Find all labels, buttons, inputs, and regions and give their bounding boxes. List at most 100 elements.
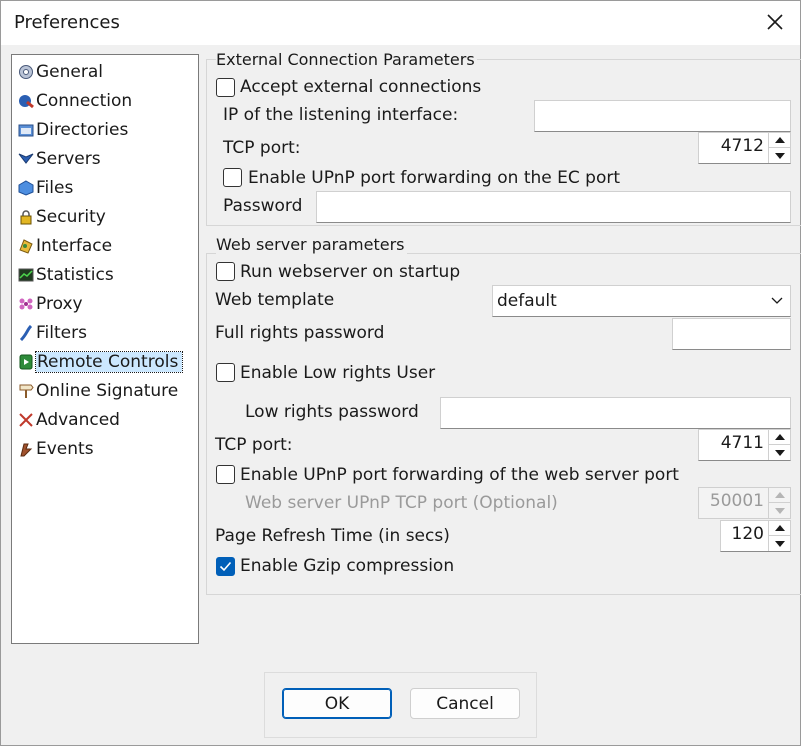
sidebar-item-label: Events <box>36 439 94 459</box>
filters-icon <box>17 324 35 342</box>
page-refresh-spinner[interactable]: 120 <box>720 520 791 552</box>
sidebar-item-interface[interactable]: Interface <box>14 232 112 260</box>
sidebar-item-filters[interactable]: Filters <box>14 319 87 347</box>
spin-down-button <box>769 503 790 518</box>
ec-group-bottom-border <box>206 225 801 226</box>
ip-interface-label: IP of the listening interface: <box>223 105 459 125</box>
interface-icon <box>17 237 35 255</box>
sidebar-item-label: Directories <box>36 120 129 140</box>
ec-group-title: External Connection Parameters <box>216 50 477 69</box>
sidebar-item-label: Proxy <box>36 294 83 314</box>
sidebar-item-servers[interactable]: Servers <box>14 145 101 173</box>
preferences-dialog: Preferences General Connection Directori… <box>0 0 801 746</box>
arrow-down-icon <box>774 152 785 159</box>
sidebar-item-proxy[interactable]: Proxy <box>14 290 83 318</box>
spin-down-button[interactable] <box>769 148 790 163</box>
low-rights-password-label: Low rights password <box>245 402 419 422</box>
arrow-up-icon <box>774 492 785 498</box>
web-tcp-port-value: 4711 <box>720 433 764 453</box>
spin-up-button[interactable] <box>769 133 790 148</box>
directories-icon <box>17 121 35 139</box>
web-upnp-tcp-port-value: 50001 <box>709 491 764 511</box>
window-title: Preferences <box>14 12 120 33</box>
run-webserver-checkbox[interactable] <box>216 262 235 281</box>
accept-connections-checkbox[interactable] <box>216 78 235 97</box>
full-rights-password-input[interactable] <box>672 318 791 350</box>
sidebar-item-label: Statistics <box>36 265 114 285</box>
ec-password-input[interactable] <box>316 191 791 223</box>
files-icon <box>17 179 35 197</box>
spin-up-button[interactable] <box>769 430 790 445</box>
run-webserver-label: Run webserver on startup <box>240 262 461 282</box>
gzip-label: Enable Gzip compression <box>240 556 455 576</box>
sidebar-item-statistics[interactable]: Statistics <box>14 261 114 289</box>
ok-button[interactable]: OK <box>282 688 392 719</box>
close-icon <box>767 14 783 30</box>
web-template-value: default <box>497 291 557 311</box>
web-upnp-checkbox[interactable] <box>216 465 235 484</box>
low-rights-password-input[interactable] <box>440 397 791 429</box>
sidebar-item-label: Interface <box>36 236 113 256</box>
arrow-up-icon <box>774 137 785 143</box>
ec-tcp-port-label: TCP port: <box>223 138 301 158</box>
web-upnp-label: Enable UPnP port forwarding of the web s… <box>240 465 679 485</box>
ec-tcp-port-spinner[interactable]: 4712 <box>698 132 791 164</box>
spin-up-button <box>769 488 790 503</box>
sidebar-item-security[interactable]: Security <box>14 203 106 231</box>
sidebar-item-remote-controls[interactable]: Remote Controls <box>14 348 184 376</box>
remote-controls-icon <box>17 353 35 371</box>
sidebar-item-advanced[interactable]: Advanced <box>14 406 120 434</box>
sidebar-item-label: Security <box>36 207 106 227</box>
arrow-down-icon <box>774 449 785 456</box>
lock-icon <box>17 208 35 226</box>
full-rights-password-label: Full rights password <box>215 323 385 343</box>
events-icon <box>17 440 35 458</box>
close-button[interactable] <box>753 8 797 38</box>
web-template-label: Web template <box>215 290 335 310</box>
web-group-bottom-border <box>206 594 801 595</box>
ec-group-left-border <box>206 59 207 225</box>
ec-upnp-checkbox[interactable] <box>223 168 242 187</box>
category-list[interactable]: General Connection Directories Servers F… <box>11 54 199 644</box>
cancel-button[interactable]: Cancel <box>410 688 520 719</box>
sidebar-item-online-signature[interactable]: Online Signature <box>14 377 178 405</box>
sidebar-item-label: General <box>36 62 103 82</box>
sidebar-item-label: Files <box>36 178 74 198</box>
low-rights-user-checkbox[interactable] <box>216 363 235 382</box>
web-tcp-port-label: TCP port: <box>215 435 293 455</box>
sidebar-item-directories[interactable]: Directories <box>14 116 128 144</box>
title-bar: Preferences <box>1 1 800 45</box>
web-group-title: Web server parameters <box>216 235 407 254</box>
web-template-dropdown[interactable]: default <box>492 285 791 317</box>
accept-connections-label: Accept external connections <box>240 77 482 97</box>
spin-down-button[interactable] <box>769 445 790 460</box>
low-rights-user-label: Enable Low rights User <box>240 363 436 383</box>
sidebar-item-label: Servers <box>36 149 101 169</box>
spin-up-button[interactable] <box>769 521 790 536</box>
gzip-checkbox[interactable] <box>216 557 235 576</box>
ip-interface-input[interactable] <box>534 100 791 132</box>
page-refresh-value: 120 <box>731 524 764 544</box>
sidebar-item-label: Remote Controls <box>34 351 184 373</box>
arrow-up-icon <box>774 525 785 531</box>
arrow-down-icon <box>774 540 785 547</box>
sidebar-item-events[interactable]: Events <box>14 435 94 463</box>
web-group-left-border <box>206 253 207 594</box>
signpost-icon <box>17 382 35 400</box>
proxy-icon <box>17 295 35 313</box>
general-icon <box>17 63 35 81</box>
sidebar-item-connection[interactable]: Connection <box>14 87 132 115</box>
chevron-down-icon <box>771 297 783 304</box>
checkmark-icon <box>219 561 232 572</box>
sidebar-item-label: Advanced <box>36 410 120 430</box>
ec-upnp-label: Enable UPnP port forwarding on the EC po… <box>248 168 620 188</box>
arrow-up-icon <box>774 434 785 440</box>
connection-icon <box>17 92 35 110</box>
sidebar-item-files[interactable]: Files <box>14 174 73 202</box>
web-tcp-port-spinner[interactable]: 4711 <box>698 429 791 461</box>
page-refresh-label: Page Refresh Time (in secs) <box>215 526 450 546</box>
sidebar-item-label: Filters <box>36 323 87 343</box>
web-upnp-tcp-port-spinner: 50001 <box>698 487 791 519</box>
spin-down-button[interactable] <box>769 536 790 551</box>
sidebar-item-general[interactable]: General <box>14 58 103 86</box>
